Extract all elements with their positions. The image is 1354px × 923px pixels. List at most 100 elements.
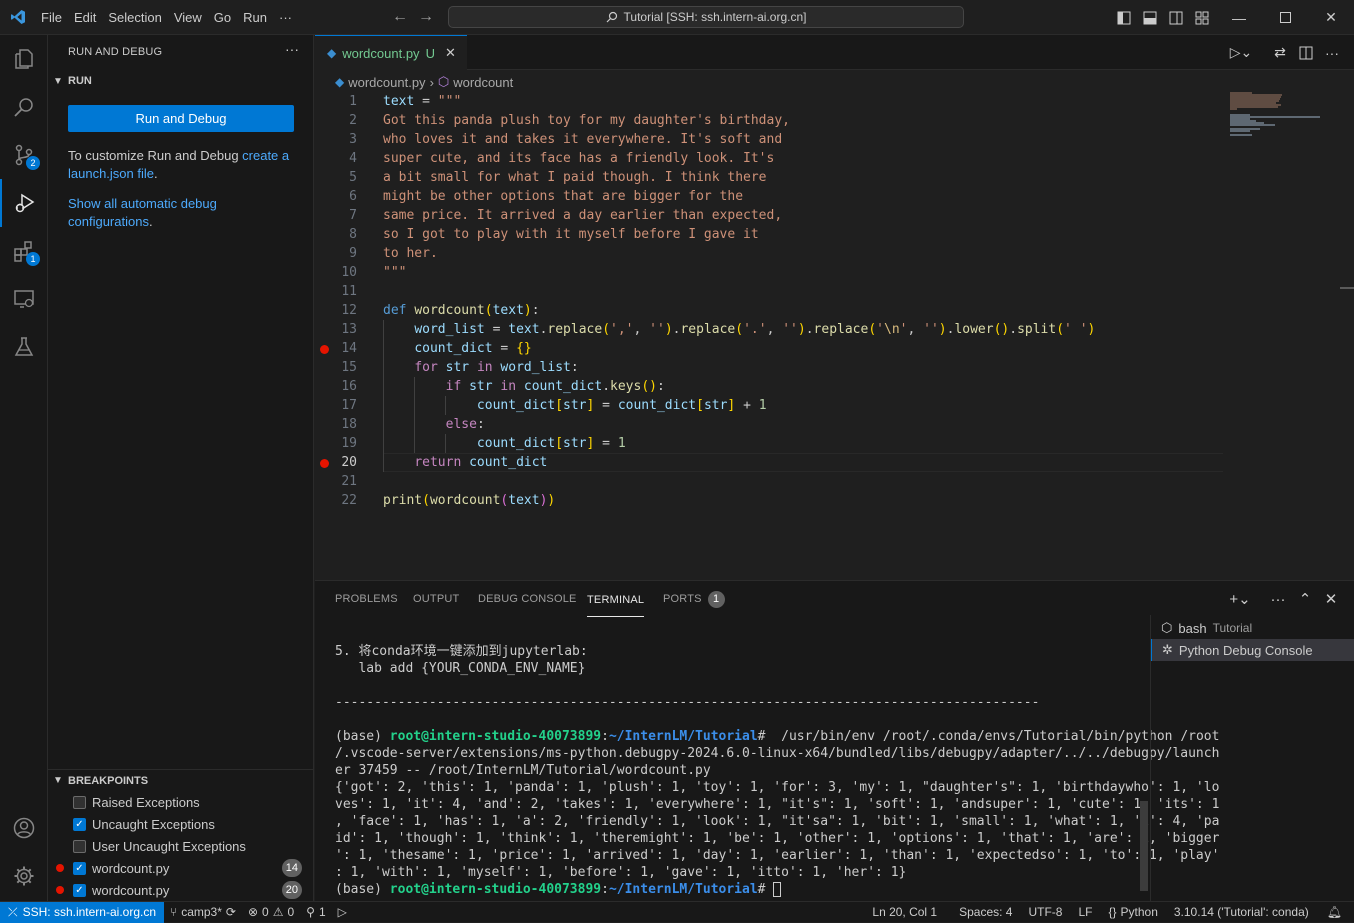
breadcrumb-file[interactable]: wordcount.py: [348, 75, 425, 90]
menu-selection[interactable]: Selection: [102, 0, 167, 35]
testing-flask-icon[interactable]: [0, 323, 48, 371]
terminal-line: {'got': 2, 'this': 1, 'panda': 1, 'plush…: [335, 780, 1220, 795]
checkbox-checked[interactable]: ✓: [73, 883, 86, 897]
run-section-header[interactable]: ▼ RUN: [48, 70, 314, 92]
customize-layout-icon[interactable]: [1189, 0, 1215, 35]
prompt-user: root@intern-studio-40073899: [389, 882, 602, 897]
more-actions-icon[interactable]: ···: [1265, 581, 1291, 617]
branch-icon: ⑂: [170, 905, 178, 919]
ports-indicator[interactable]: ⚲ 1: [300, 902, 331, 923]
menu-go[interactable]: Go: [208, 0, 237, 35]
back-arrow-icon[interactable]: ←: [388, 8, 412, 26]
new-terminal-icon[interactable]: +⌄: [1227, 581, 1253, 617]
warning-icon: ⚠: [272, 905, 284, 919]
configurations-link[interactable]: configurations: [68, 214, 149, 229]
launch-json-link[interactable]: launch.json file: [68, 166, 154, 181]
debug-indicator[interactable]: ▷: [332, 902, 353, 923]
chevron-down-icon: ▼: [53, 75, 63, 87]
minimize-icon[interactable]: —: [1216, 0, 1262, 35]
remote-label: SSH: ssh.intern-ai.org.cn: [22, 905, 156, 919]
tab-debug-console[interactable]: DEBUG CONSOLE: [478, 581, 577, 617]
toggle-panel-icon[interactable]: [1137, 0, 1163, 35]
terminal-item-bash[interactable]: ⬡ bash Tutorial: [1151, 617, 1354, 639]
show-all-debug-link[interactable]: Show all automatic debug: [68, 196, 217, 211]
code-line-14: count_dict = {}: [414, 341, 532, 356]
terminal-line: ': 1, 'thesame': 1, 'price': 1, 'arrived…: [335, 848, 1220, 863]
notifications-bell-icon[interactable]: 🔔︎: [1321, 902, 1348, 923]
terminal-scrollbar[interactable]: [1140, 801, 1148, 891]
menu-view[interactable]: View: [168, 0, 208, 35]
end-of-line[interactable]: LF: [1072, 902, 1098, 923]
manage-gear-icon[interactable]: [0, 852, 48, 900]
maximize-icon[interactable]: [1262, 0, 1308, 35]
breakpoints-title: BREAKPOINTS: [68, 774, 149, 787]
sync-icon: ⟳: [225, 905, 236, 919]
terminal-output[interactable]: 5. 将conda环境一键添加到jupyterlab: lab add {YOU…: [335, 643, 1220, 898]
source-control-icon[interactable]: 2: [0, 131, 48, 179]
compare-changes-icon[interactable]: ⇄: [1267, 35, 1293, 70]
close-tab-icon[interactable]: ✕: [445, 45, 456, 61]
tab-ports[interactable]: PORTS 1: [663, 581, 725, 617]
close-panel-icon[interactable]: ✕: [1318, 581, 1344, 617]
menu-run[interactable]: Run: [237, 0, 273, 35]
menu-more[interactable]: ···: [273, 0, 298, 35]
breakpoints-section-header[interactable]: ▼ BREAKPOINTS: [48, 769, 314, 791]
chevron-down-icon: ▼: [53, 775, 63, 786]
tab-wordcount[interactable]: ◆ wordcount.py U ✕: [315, 35, 467, 70]
breakpoint-dot-icon[interactable]: [320, 345, 329, 354]
checkbox[interactable]: [73, 839, 86, 853]
toggle-secondary-sidebar-icon[interactable]: [1163, 0, 1189, 35]
cursor-position[interactable]: Ln 20, Col 1: [866, 902, 943, 923]
explorer-icon[interactable]: [0, 35, 48, 83]
more-actions-icon[interactable]: ···: [1319, 35, 1345, 70]
tab-terminal[interactable]: TERMINAL: [587, 584, 645, 617]
breakpoint-dot-icon[interactable]: [320, 459, 329, 468]
remote-indicator[interactable]: ⤫ SSH: ssh.intern-ai.org.cn: [0, 901, 164, 923]
run-debug-sidebar: RUN AND DEBUG ··· ▼ RUN Run and Debug To…: [48, 35, 314, 901]
indentation[interactable]: Spaces: 4: [953, 902, 1018, 923]
bottom-panel: PROBLEMS OUTPUT DEBUG CONSOLE TERMINAL P…: [315, 580, 1354, 902]
editor-scrollbar[interactable]: [1340, 287, 1354, 289]
terminal-item-python-debug[interactable]: ✲ Python Debug Console: [1151, 639, 1354, 661]
terminal-line: ----------------------------------------…: [335, 695, 1040, 710]
language-mode[interactable]: {} Python: [1103, 902, 1164, 923]
checkbox[interactable]: [73, 795, 86, 809]
branch-indicator[interactable]: ⑂ camp3* ⟳: [164, 902, 242, 923]
split-editor-icon[interactable]: [1293, 35, 1319, 70]
python-interpreter[interactable]: 3.10.14 ('Tutorial': conda): [1168, 902, 1315, 923]
more-actions-icon[interactable]: ···: [285, 41, 299, 57]
run-debug-dropdown-icon[interactable]: ▷⌄: [1228, 35, 1254, 70]
maximize-panel-icon[interactable]: ⌃: [1292, 581, 1318, 617]
breakpoint-user-uncaught-exceptions[interactable]: User Uncaught Exceptions: [48, 835, 314, 857]
run-and-debug-button[interactable]: Run and Debug: [68, 105, 294, 132]
checkbox-checked[interactable]: ✓: [73, 861, 86, 875]
create-launch-link[interactable]: create a: [242, 148, 289, 163]
breakpoint-uncaught-exceptions[interactable]: ✓ Uncaught Exceptions: [48, 813, 314, 835]
tab-problems[interactable]: PROBLEMS: [335, 581, 398, 617]
breakpoint-wordcount-14[interactable]: ✓ wordcount.py 14: [48, 857, 314, 879]
encoding[interactable]: UTF-8: [1022, 902, 1068, 923]
menu-file[interactable]: File: [35, 0, 68, 35]
close-window-icon[interactable]: ✕: [1308, 0, 1354, 35]
problems-indicator[interactable]: ⊗ 0 ⚠ 0: [242, 902, 300, 923]
search-view-icon[interactable]: [0, 83, 48, 131]
tab-output[interactable]: OUTPUT: [413, 581, 459, 617]
breakpoint-raised-exceptions[interactable]: Raised Exceptions: [48, 791, 314, 813]
code-editor[interactable]: 1 2 3 4 5 6 7 8 9 10 11 12 13 14 15 16 17 18 19 20 21 22 text…: [315, 92, 1354, 579]
code-line-15: for str in word_list:: [414, 360, 579, 375]
breadcrumb-symbol[interactable]: wordcount: [453, 75, 513, 90]
code-line-4: super cute, and its face has a friendly …: [383, 151, 775, 166]
extensions-icon[interactable]: 1: [0, 227, 48, 275]
accounts-icon[interactable]: [0, 804, 48, 852]
forward-arrow-icon[interactable]: →: [414, 8, 438, 26]
checkbox-checked[interactable]: ✓: [73, 817, 86, 831]
command-center-search[interactable]: Tutorial [SSH: ssh.intern-ai.org.cn]: [448, 6, 964, 28]
customize-text: To customize Run and Debug create a launc…: [68, 147, 298, 183]
remote-explorer-icon[interactable]: [0, 275, 48, 323]
menu-edit[interactable]: Edit: [68, 0, 102, 35]
run-and-debug-icon[interactable]: [0, 179, 48, 227]
terminal-line: lab add {YOUR_CONDA_ENV_NAME}: [335, 661, 586, 676]
toggle-primary-sidebar-icon[interactable]: [1111, 0, 1137, 35]
breakpoint-wordcount-20[interactable]: ✓ wordcount.py 20: [48, 879, 314, 901]
minimap[interactable]: [1230, 92, 1320, 142]
